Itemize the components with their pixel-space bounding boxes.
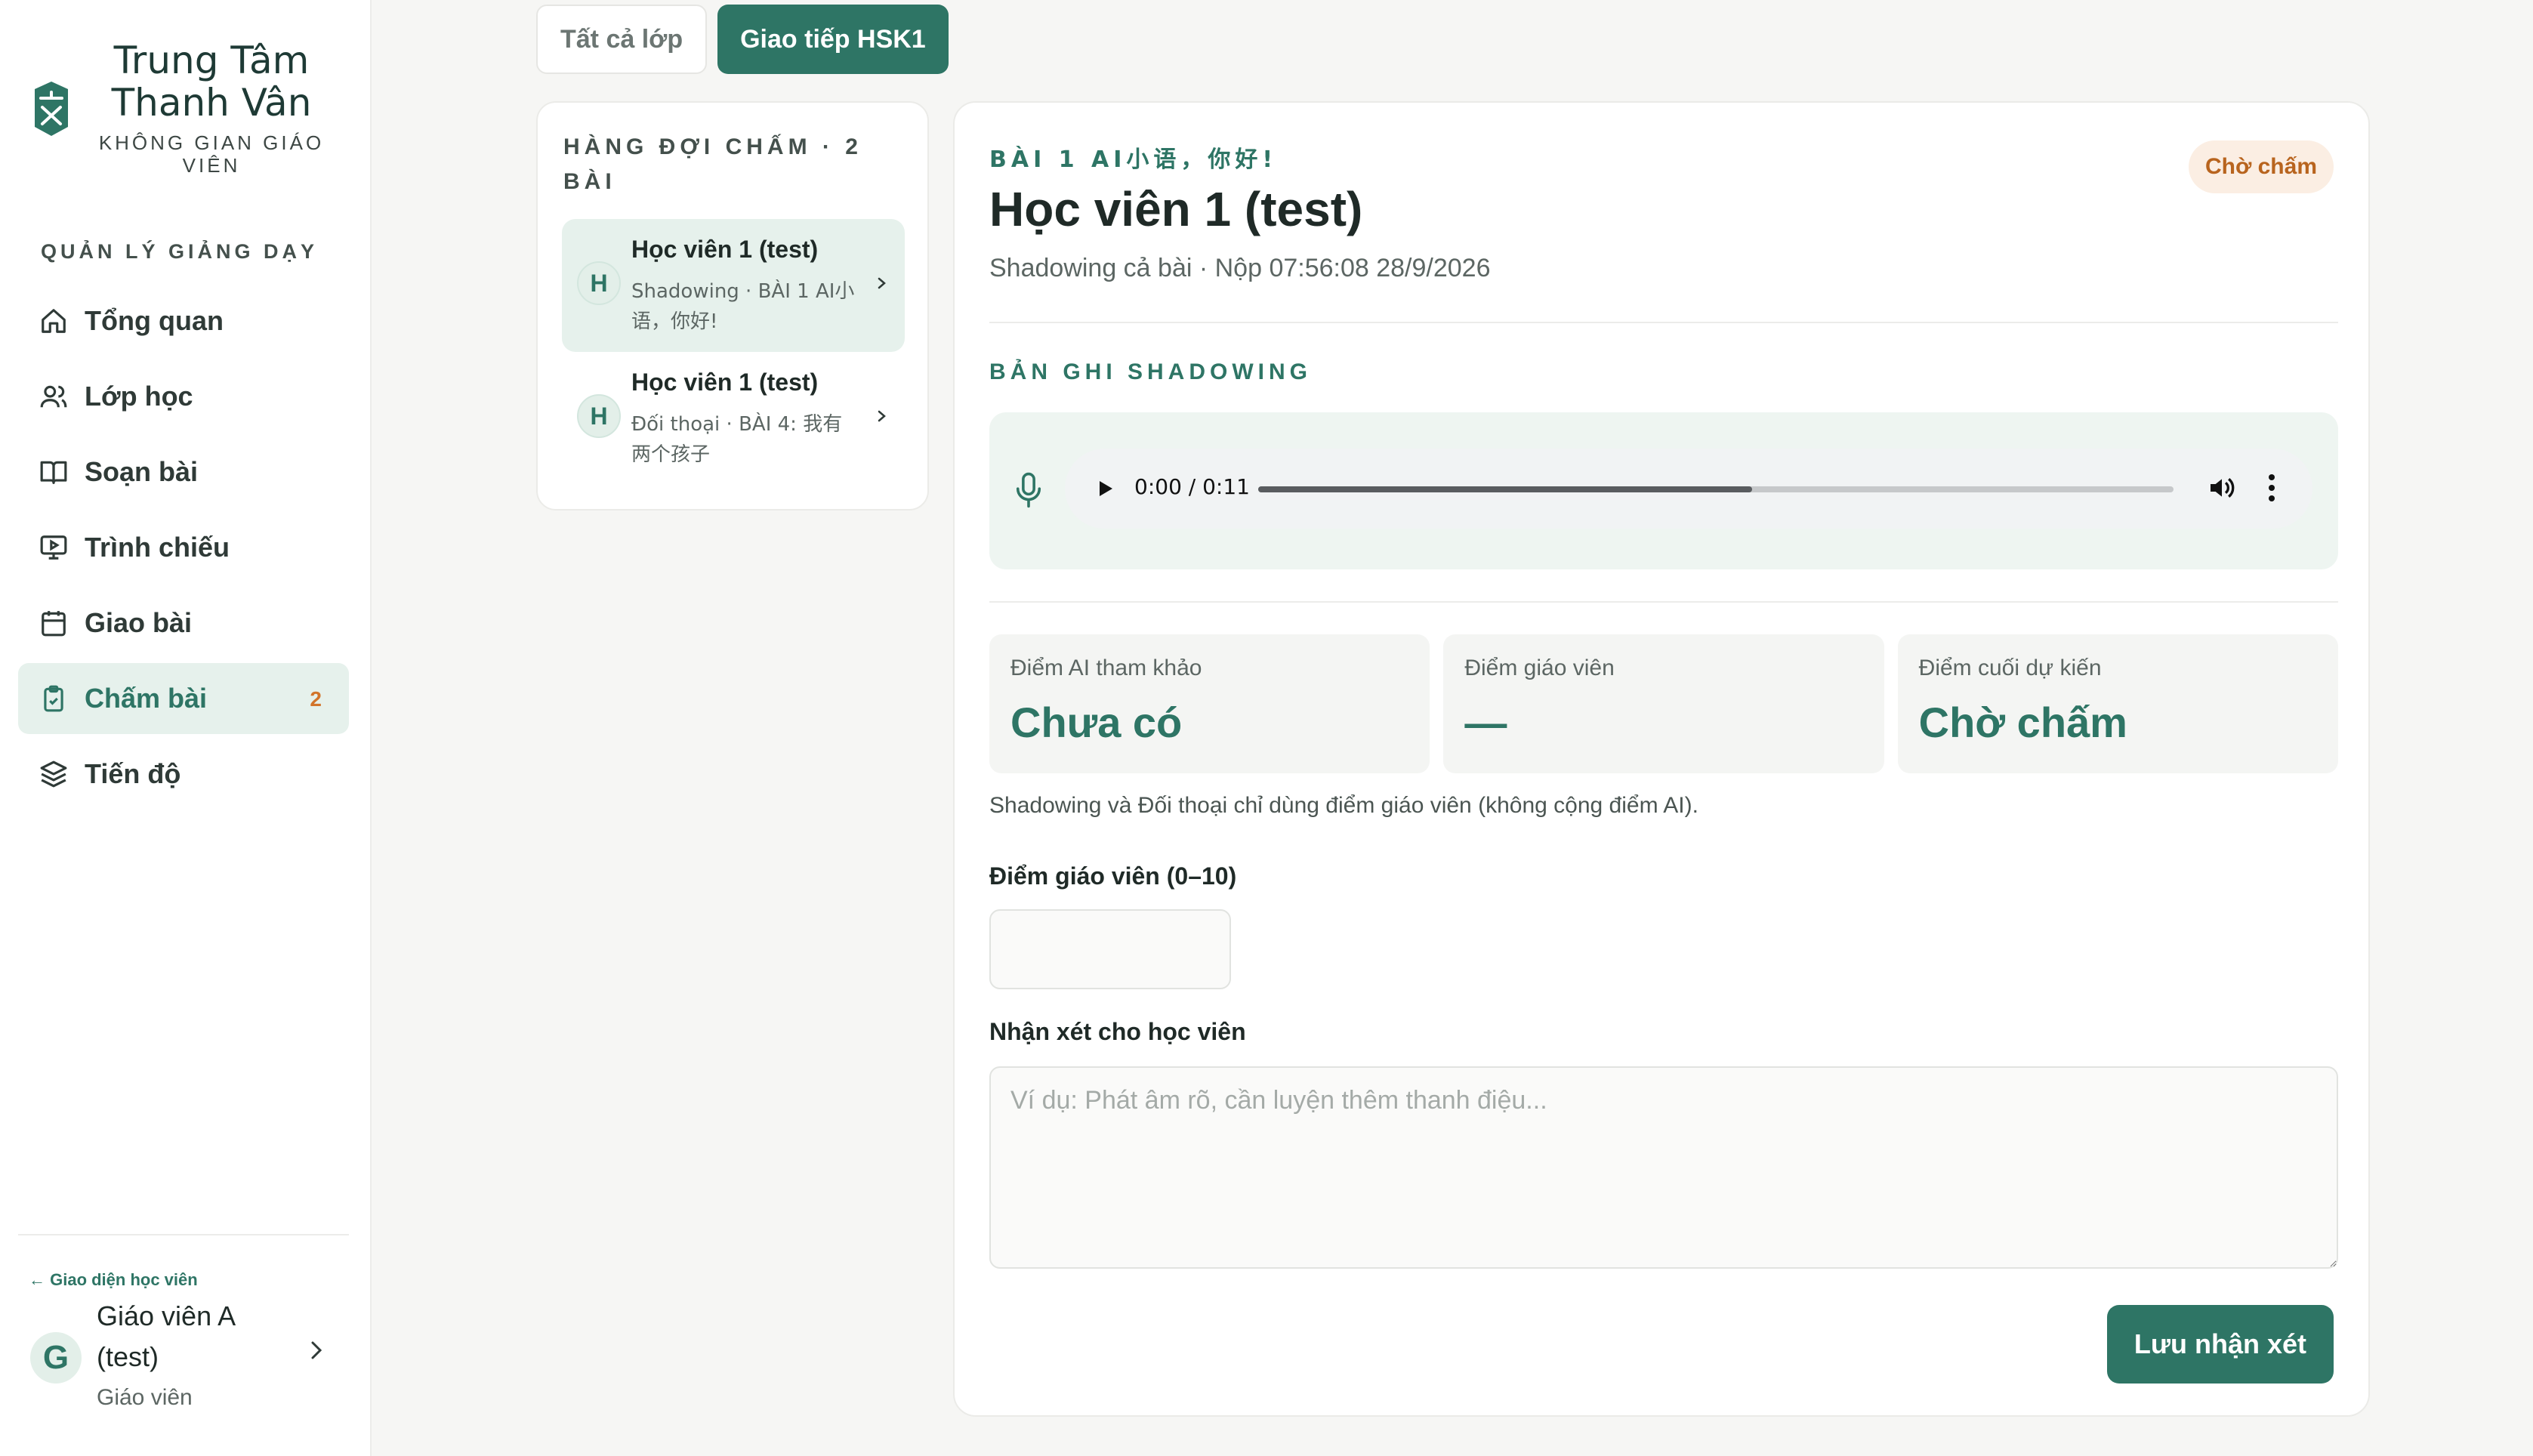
grading-queue: HÀNG ĐỢI CHẤM · 2 BÀI H Học viên 1 (test… <box>536 101 929 511</box>
student-title: Học viên 1 (test) <box>989 182 1363 236</box>
score-card-final: Điểm cuối dự kiến Chờ chấm <box>1897 634 2338 773</box>
audio-progress-fill <box>1258 486 1753 492</box>
sidebar-divider <box>18 1234 349 1235</box>
chevron-right-icon <box>311 1341 322 1359</box>
brand-title: Trung Tâm Thanh Vân <box>111 39 312 125</box>
sidebar: Trung Tâm Thanh Vân KHÔNG GIAN GIÁO VIÊN… <box>0 0 372 1456</box>
queue-item-meta: Shadowing · BÀI 1 AI小语，你好! <box>631 280 855 333</box>
nav-heading: QUẢN LÝ GIẢNG DẠY <box>41 240 319 263</box>
score-label: Điểm AI tham khảo <box>1010 656 1202 680</box>
tab-giao-tiep-hsk1[interactable]: Giao tiếp HSK1 <box>717 5 949 74</box>
audio-time: 0:00 / 0:11 <box>1134 474 1250 499</box>
queue-item-name: Học viên 1 (test) <box>631 369 819 396</box>
tab-all-classes[interactable]: Tất cả lớp <box>536 5 708 74</box>
score-label: Điểm giáo viên <box>1464 656 1615 680</box>
profile-card[interactable]: G Giáo viên A (test) Giáo viên <box>30 1296 347 1417</box>
sidebar-item-soan-bai[interactable]: Soạn bài <box>18 436 349 507</box>
pending-count-badge: 2 <box>310 687 322 711</box>
sidebar-item-cham-bai[interactable]: Chấm bài 2 <box>18 663 349 734</box>
status-badge: Chờ chấm <box>2188 140 2334 193</box>
users-icon <box>39 382 68 411</box>
queue-item-name: Học viên 1 (test) <box>631 236 819 263</box>
submission-detail: BÀI 1 AI小语，你好! Chờ chấm Học viên 1 (test… <box>953 101 2370 1417</box>
sidebar-item-trinh-chieu[interactable]: Trình chiếu <box>18 512 349 583</box>
sidebar-item-label: Trình chiếu <box>85 532 230 563</box>
student-view-link[interactable]: ← Giao diện học viên <box>29 1270 198 1290</box>
avatar: G <box>30 1332 82 1384</box>
microphone-icon <box>1016 472 1041 508</box>
queue-title: HÀNG ĐỢI CHẤM · 2 BÀI <box>563 134 862 194</box>
book-open-icon <box>39 458 68 486</box>
layers-icon <box>39 760 68 788</box>
submission-info: Shadowing cả bài · Nộp 07:56:08 28/9/202… <box>989 254 1491 282</box>
sidebar-item-tien-do[interactable]: Tiến độ <box>18 739 349 810</box>
play-icon[interactable] <box>1092 476 1118 501</box>
calendar-icon <box>39 609 68 637</box>
scoring-note: Shadowing và Đối thoại chỉ dùng điểm giá… <box>989 793 1698 818</box>
audio-player[interactable]: 0:00 / 0:11 <box>1065 449 2312 529</box>
sidebar-item-label: Tiến độ <box>85 758 181 789</box>
volume-icon[interactable] <box>2207 473 2237 503</box>
score-summary: Điểm AI tham khảo Chưa có Điểm giáo viên… <box>989 634 2338 773</box>
sidebar-item-label: Soạn bài <box>85 456 199 487</box>
teacher-grade-input[interactable] <box>989 909 1231 989</box>
queue-item[interactable]: H Học viên 1 (test) Shadowing · BÀI 1 AI… <box>562 219 905 352</box>
sidebar-item-label: Chấm bài <box>85 683 208 714</box>
divider <box>989 601 2338 603</box>
comment-textarea[interactable] <box>989 1066 2338 1269</box>
sidebar-item-label: Giao bài <box>85 607 193 638</box>
avatar: H <box>577 394 621 438</box>
score-card-teacher: Điểm giáo viên — <box>1443 634 1884 773</box>
sidebar-nav: Tổng quan Lớp học Soạn bài Trình chiếu G… <box>18 285 349 814</box>
queue-item-meta: Đối thoại · BÀI 4: 我有两个孩子 <box>631 413 843 466</box>
queue-item[interactable]: H Học viên 1 (test) Đối thoại · BÀI 4: 我… <box>562 352 905 485</box>
chevron-right-icon <box>878 410 886 422</box>
save-comment-button[interactable]: Lưu nhận xét <box>2106 1305 2334 1384</box>
presentation-icon <box>39 533 68 562</box>
brand: Trung Tâm Thanh Vân KHÔNG GIAN GIÁO VIÊN <box>30 39 355 183</box>
comment-label: Nhận xét cho học viên <box>989 1018 1246 1045</box>
sidebar-item-tong-quan[interactable]: Tổng quan <box>18 285 349 356</box>
recording-panel: 0:00 / 0:11 <box>989 412 2338 569</box>
sidebar-item-lop-hoc[interactable]: Lớp học <box>18 361 349 432</box>
chevron-right-icon <box>878 277 886 289</box>
book-logo-icon <box>35 82 68 136</box>
grade-label: Điểm giáo viên (0–10) <box>989 862 1237 890</box>
sidebar-item-label: Tổng quan <box>85 305 224 336</box>
audio-seek-bar[interactable] <box>1258 486 2174 492</box>
recording-label: BẢN GHI SHADOWING <box>989 359 1312 384</box>
clipboard-check-icon <box>39 684 68 713</box>
home-icon <box>39 307 68 335</box>
score-value: Chưa có <box>1010 699 1183 746</box>
divider <box>989 322 2338 323</box>
profile-name: Giáo viên A (test) <box>97 1300 235 1372</box>
brand-subtitle: KHÔNG GIAN GIÁO VIÊN <box>98 131 325 177</box>
more-options-icon[interactable] <box>2267 471 2276 504</box>
profile-role: Giáo viên <box>97 1385 193 1410</box>
sidebar-item-giao-bai[interactable]: Giao bài <box>18 588 349 659</box>
sidebar-item-label: Lớp học <box>85 381 193 412</box>
lesson-label: BÀI 1 AI小语，你好! <box>989 147 1278 173</box>
score-value: — <box>1464 699 1507 746</box>
score-value: Chờ chấm <box>1918 699 2127 746</box>
score-label: Điểm cuối dự kiến <box>1918 656 2102 680</box>
class-tabs: Tất cả lớp Giao tiếp HSK1 <box>536 5 949 74</box>
score-card-ai: Điểm AI tham khảo Chưa có <box>989 634 1430 773</box>
avatar: H <box>577 261 621 305</box>
